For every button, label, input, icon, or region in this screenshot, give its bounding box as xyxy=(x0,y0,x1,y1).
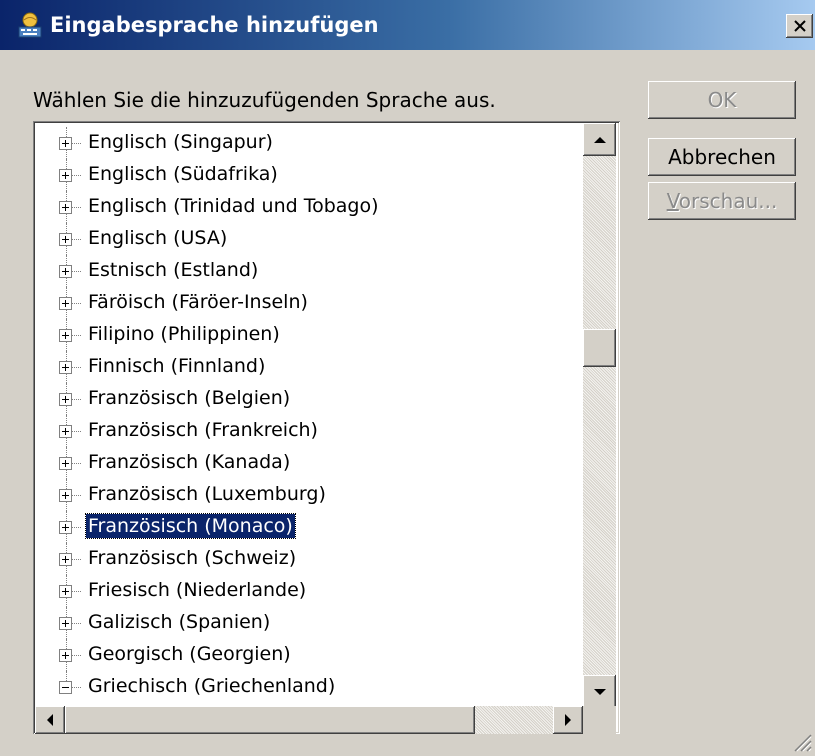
tree-item[interactable]: Englisch (Singapur) xyxy=(33,127,593,159)
ok-button[interactable]: OK xyxy=(648,81,796,119)
tree-item-label: Friesisch (Niederlande) xyxy=(88,579,307,601)
horizontal-scrollbar[interactable] xyxy=(35,706,583,734)
expand-icon[interactable] xyxy=(59,617,72,630)
expand-icon[interactable] xyxy=(59,297,72,310)
tree-item-label: Englisch (Trinidad und Tobago) xyxy=(88,195,379,217)
close-button[interactable] xyxy=(786,14,813,38)
tree-item-label: Französisch (Schweiz) xyxy=(88,547,297,569)
tree-item[interactable]: Friesisch (Niederlande) xyxy=(33,575,593,607)
tree-item[interactable]: Französisch (Belgien) xyxy=(33,383,593,415)
tree-item[interactable]: Filipino (Philippinen) xyxy=(33,319,593,351)
expand-icon[interactable] xyxy=(59,329,72,342)
expand-icon[interactable] xyxy=(59,169,72,182)
expand-icon[interactable] xyxy=(59,457,72,470)
preview-mnemonic: V xyxy=(666,189,679,213)
tree-item[interactable]: Galizisch (Spanien) xyxy=(33,607,593,639)
window-title: Eingabesprache hinzufügen xyxy=(50,13,379,37)
expand-icon[interactable] xyxy=(59,361,72,374)
expand-icon[interactable] xyxy=(59,265,72,278)
arrow-right-icon xyxy=(565,714,571,726)
expand-icon[interactable] xyxy=(59,393,72,406)
arrow-up-icon xyxy=(593,136,606,143)
collapse-icon[interactable] xyxy=(59,681,72,694)
instruction-text: Wählen Sie die hinzuzufügenden Sprache a… xyxy=(33,88,496,112)
horizontal-scroll-thumb[interactable] xyxy=(65,706,475,734)
preview-button[interactable]: Vorschau... xyxy=(648,182,796,220)
tree-item[interactable]: Englisch (USA) xyxy=(33,223,593,255)
close-icon xyxy=(793,20,806,32)
tree-item-label: Französisch (Kanada) xyxy=(88,451,291,473)
tree-item[interactable]: Englisch (Trinidad und Tobago) xyxy=(33,191,593,223)
resize-grip-icon[interactable] xyxy=(790,730,812,752)
scrollbar-corner xyxy=(583,706,616,734)
expand-icon[interactable] xyxy=(59,233,72,246)
tree-item-label: Galizisch (Spanien) xyxy=(88,611,271,633)
tree-item-label: Finnisch (Finnland) xyxy=(88,355,266,377)
arrow-left-icon xyxy=(47,714,53,726)
tree-item[interactable]: Französisch (Schweiz) xyxy=(33,543,593,575)
tree-item-label: Englisch (USA) xyxy=(88,227,228,249)
tree-item[interactable]: Französisch (Monaco) xyxy=(33,511,593,543)
tree-item-label: Färöisch (Färöer-Inseln) xyxy=(88,291,308,313)
tree-item-label: Französisch (Frankreich) xyxy=(88,419,318,441)
scroll-down-button[interactable] xyxy=(583,675,616,708)
tree-item[interactable]: Englisch (Südafrika) xyxy=(33,159,593,191)
title-bar[interactable]: Eingabesprache hinzufügen xyxy=(0,0,815,50)
tree-item-label: Filipino (Philippinen) xyxy=(88,323,280,345)
tree-item-label: Georgisch (Georgien) xyxy=(88,643,291,665)
vertical-scroll-thumb[interactable] xyxy=(583,329,616,368)
tree-item-label: Französisch (Monaco) xyxy=(85,513,296,539)
scroll-up-button[interactable] xyxy=(583,123,616,156)
vertical-scrollbar[interactable] xyxy=(583,123,616,708)
expand-icon[interactable] xyxy=(59,137,72,150)
preview-label: orschau... xyxy=(678,189,778,213)
expand-icon[interactable] xyxy=(59,489,72,502)
tree-item[interactable]: Färöisch (Färöer-Inseln) xyxy=(33,287,593,319)
tree-item-label: Griechisch (Griechenland) xyxy=(88,675,336,697)
expand-icon[interactable] xyxy=(59,521,72,534)
cancel-button[interactable]: Abbrechen xyxy=(648,138,796,176)
tree-item[interactable]: Griechisch (Griechenland) xyxy=(33,671,593,703)
tree-item-label: Estnisch (Estland) xyxy=(88,259,259,281)
tree-item[interactable]: Estnisch (Estland) xyxy=(33,255,593,287)
arrow-down-icon xyxy=(593,688,606,695)
keyboard-language-icon xyxy=(18,12,42,38)
scroll-right-button[interactable] xyxy=(553,706,583,734)
tree-item[interactable]: Französisch (Frankreich) xyxy=(33,415,593,447)
tree-item-label: Englisch (Südafrika) xyxy=(88,163,278,185)
expand-icon[interactable] xyxy=(59,425,72,438)
expand-icon[interactable] xyxy=(59,201,72,214)
expand-icon[interactable] xyxy=(59,553,72,566)
tree-item[interactable]: Georgisch (Georgien) xyxy=(33,639,593,671)
tree-item[interactable]: Französisch (Kanada) xyxy=(33,447,593,479)
tree-item-label: Englisch (Singapur) xyxy=(88,131,273,153)
scroll-left-button[interactable] xyxy=(35,706,65,734)
tree-item[interactable]: Französisch (Luxemburg) xyxy=(33,479,593,511)
language-tree[interactable]: Englisch (Singapur) Englisch (Südafrika) E… xyxy=(33,121,620,734)
expand-icon[interactable] xyxy=(59,585,72,598)
tree-item-label: Französisch (Belgien) xyxy=(88,387,291,409)
tree-item[interactable]: Finnisch (Finnland) xyxy=(33,351,593,383)
tree-item-label: Französisch (Luxemburg) xyxy=(88,483,326,505)
expand-icon[interactable] xyxy=(59,649,72,662)
